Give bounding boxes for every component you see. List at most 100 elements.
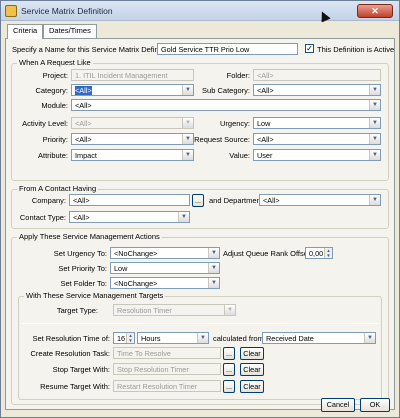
request-group: When A Request Like Project: 1. ITIL Inc… xyxy=(11,58,389,181)
dropdown-arrow-icon[interactable]: ▼ xyxy=(364,333,375,343)
subcategory-select[interactable]: <All> ▼ xyxy=(253,84,381,96)
calculated-from-value: Received Date xyxy=(266,334,314,343)
dropdown-arrow-icon[interactable]: ▼ xyxy=(369,85,380,95)
subcategory-label: Sub Category: xyxy=(202,86,250,95)
queue-offset-label: Adjust Queue Rank Offset: xyxy=(223,249,313,258)
module-select[interactable]: <All> ▼ xyxy=(71,99,381,111)
company-label: Company: xyxy=(31,196,66,205)
set-urgency-select[interactable]: <NoChange> ▼ xyxy=(110,247,220,259)
set-folder-value: <NoChange> xyxy=(114,279,158,288)
create-task-label: Create Resolution Task: xyxy=(30,349,111,358)
time-unit-select[interactable]: Hours ▼ xyxy=(137,332,209,344)
dropdown-arrow-icon[interactable]: ▼ xyxy=(197,333,208,343)
project-value: 1. ITIL Incident Management xyxy=(75,71,168,80)
dropdown-arrow-icon[interactable]: ▼ xyxy=(182,150,193,160)
set-priority-select[interactable]: Low ▼ xyxy=(110,262,220,274)
module-value: <All> xyxy=(75,101,92,110)
category-value: <All> xyxy=(75,86,92,95)
close-button[interactable]: ✕ xyxy=(357,4,393,18)
request-source-value: <All> xyxy=(257,135,274,144)
department-select[interactable]: <All> ▼ xyxy=(259,194,381,206)
tab-dates-times[interactable]: Dates/Times xyxy=(43,24,97,38)
subcategory-value: <All> xyxy=(257,86,274,95)
project-field: 1. ITIL Incident Management xyxy=(71,69,194,81)
activity-level-value: <All> xyxy=(75,119,92,128)
stop-target-value: Stop Resolution Timer xyxy=(117,365,189,374)
app-icon xyxy=(5,5,17,17)
department-label: and Department: xyxy=(209,196,265,205)
contact-type-label: Contact Type: xyxy=(19,213,66,222)
activity-level-select: <All> ▼ xyxy=(71,117,194,129)
title-bar[interactable]: Service Matrix Definition ✕ xyxy=(1,1,399,21)
contact-type-select[interactable]: <All> ▼ xyxy=(69,211,190,223)
request-source-label: Request Source: xyxy=(194,135,250,144)
targets-group-title: With These Service Management Targets xyxy=(24,291,166,300)
dropdown-arrow-icon[interactable]: ▼ xyxy=(369,150,380,160)
value-select[interactable]: User ▼ xyxy=(253,149,381,161)
company-field[interactable]: <All> xyxy=(69,194,190,206)
dropdown-arrow-icon: ▼ xyxy=(182,118,193,128)
urgency-select[interactable]: Low ▼ xyxy=(253,117,381,129)
stop-target-label: Stop Target With: xyxy=(52,365,110,374)
create-task-browse-button[interactable]: ... xyxy=(223,347,235,360)
create-task-clear-button[interactable]: Clear xyxy=(240,347,264,360)
contact-group-title: From A Contact Having xyxy=(17,184,99,193)
stop-target-field: Stop Resolution Timer xyxy=(113,363,221,375)
urgency-label: Urgency: xyxy=(219,119,250,128)
active-checkbox[interactable]: ✓ xyxy=(305,44,314,53)
definition-name-input[interactable]: Gold Service TTR Prio Low xyxy=(157,43,298,55)
dropdown-arrow-icon: ▼ xyxy=(224,305,235,315)
tab-criteria[interactable]: Criteria xyxy=(7,24,44,39)
folder-field: <All> xyxy=(253,69,381,81)
resolution-time-input[interactable]: 16 ▲ ▼ xyxy=(113,332,135,344)
calculated-from-label: calculated from xyxy=(213,334,264,343)
value-label: Value: xyxy=(229,151,250,160)
stop-target-clear-button[interactable]: Clear xyxy=(240,363,264,376)
module-label: Module: xyxy=(41,101,68,110)
calculated-from-select[interactable]: Received Date ▼ xyxy=(262,332,376,344)
spinner-arrows-icon[interactable]: ▲ ▼ xyxy=(324,248,332,258)
dialog-client: Criteria Dates/Times Specify a Name for … xyxy=(3,22,397,417)
dropdown-arrow-icon[interactable]: ▼ xyxy=(369,134,380,144)
dropdown-arrow-icon[interactable]: ▼ xyxy=(208,248,219,258)
resume-target-clear-button[interactable]: Clear xyxy=(240,380,264,393)
cancel-button[interactable]: Cancel xyxy=(321,398,355,412)
service-matrix-window: Service Matrix Definition ✕ Criteria Dat… xyxy=(0,0,400,418)
create-task-field: Time To Resolve xyxy=(113,347,221,359)
dropdown-arrow-icon[interactable]: ▼ xyxy=(178,212,189,222)
set-urgency-label: Set Urgency To: xyxy=(53,249,107,258)
actions-group-title: Apply These Service Management Actions xyxy=(17,232,162,241)
target-type-label: Target Type: xyxy=(56,306,98,315)
urgency-value: Low xyxy=(257,119,271,128)
set-folder-select[interactable]: <NoChange> ▼ xyxy=(110,277,220,289)
folder-value: <All> xyxy=(257,71,274,80)
definition-name-value: Gold Service TTR Prio Low xyxy=(161,45,250,54)
request-source-select[interactable]: <All> ▼ xyxy=(253,133,381,145)
priority-select[interactable]: <All> ▼ xyxy=(71,133,194,145)
target-type-select: Resolution Timer ▼ xyxy=(113,304,236,316)
dropdown-arrow-icon[interactable]: ▼ xyxy=(182,85,193,95)
attribute-value: Impact xyxy=(75,151,97,160)
category-select[interactable]: <All> ▼ xyxy=(71,84,194,96)
set-folder-label: Set Folder To: xyxy=(60,279,107,288)
targets-separator xyxy=(22,323,378,324)
resume-target-browse-button[interactable]: ... xyxy=(223,380,235,393)
resume-target-field: Restart Resolution Timer xyxy=(113,380,221,392)
dropdown-arrow-icon[interactable]: ▼ xyxy=(369,118,380,128)
time-unit-value: Hours xyxy=(141,334,161,343)
spinner-arrows-icon[interactable]: ▲ ▼ xyxy=(126,333,134,343)
window-title: Service Matrix Definition xyxy=(21,6,113,16)
stop-target-browse-button[interactable]: ... xyxy=(223,363,235,376)
targets-group: With These Service Management Targets Ta… xyxy=(18,291,382,400)
dropdown-arrow-icon[interactable]: ▼ xyxy=(208,278,219,288)
queue-offset-value: 0,00 xyxy=(309,249,324,258)
dropdown-arrow-icon[interactable]: ▼ xyxy=(208,263,219,273)
dropdown-arrow-icon[interactable]: ▼ xyxy=(369,100,380,110)
attribute-select[interactable]: Impact ▼ xyxy=(71,149,194,161)
set-urgency-value: <NoChange> xyxy=(114,249,158,258)
dropdown-arrow-icon[interactable]: ▼ xyxy=(369,195,380,205)
ok-button[interactable]: OK xyxy=(360,398,390,412)
activity-level-label: Activity Level: xyxy=(22,119,68,128)
company-browse-button[interactable]: ... xyxy=(192,194,204,207)
queue-offset-input[interactable]: 0,00 ▲ ▼ xyxy=(305,247,333,259)
